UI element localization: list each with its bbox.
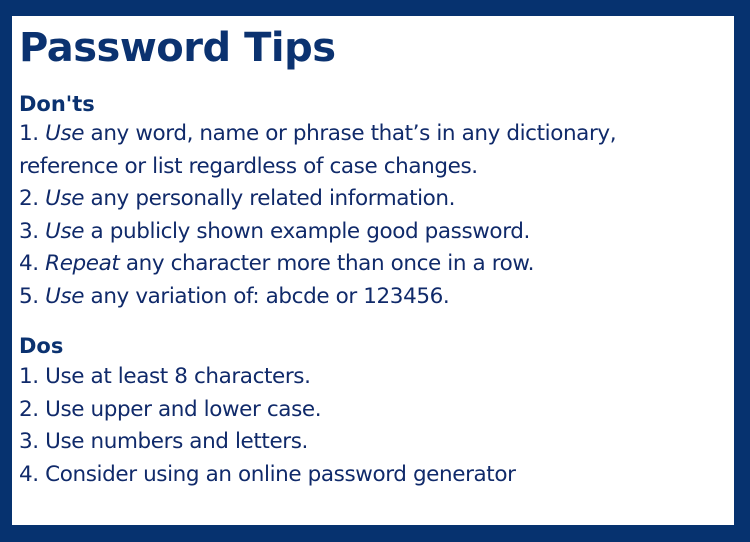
list-item: 4. Consider using an online password gen… [19,459,516,492]
donts-list: 1. Use any word, name or phrase that’s i… [19,118,617,314]
item-emphasis: Use [45,218,85,244]
dos-list: 1. Use at least 8 characters. 2. Use upp… [19,361,516,491]
list-item: 1. Use at least 8 characters. [19,361,516,394]
item-number: 3. [19,218,39,244]
item-text: Consider using an online password genera… [45,461,516,487]
item-number: 2. [19,186,39,211]
item-emphasis: Use [45,283,85,309]
item-text: any character more than once in a row. [119,251,535,276]
list-item: 2. Use any personally related informatio… [19,183,616,216]
item-number: 3. [19,429,39,454]
item-number: 1. [19,364,39,389]
item-emphasis: Repeat [45,251,120,276]
item-number: 4. [19,251,39,276]
item-text: Use numbers and letters. [45,429,308,454]
list-item: 3. Use numbers and letters. [19,426,516,459]
item-text: any personally related information. [84,186,456,211]
password-tips-panel: Password Tips Don'ts 1. Use any word, na… [12,16,734,525]
item-text: any word, name or phrase that’s in any d… [84,121,617,146]
item-emphasis: Use [45,186,85,211]
dos-heading: Dos [19,334,64,358]
item-text: a publicly shown example good password. [84,218,531,244]
item-emphasis: Use [45,121,85,146]
donts-heading: Don'ts [19,92,95,116]
list-item: 2. Use upper and lower case. [19,394,516,427]
item-text: Use at least 8 characters. [45,364,311,389]
list-item: 3. Use a publicly shown example good pas… [19,216,616,249]
item-text: any variation of: abcde or 123456. [84,283,450,309]
item-number: 4. [19,461,39,487]
list-item: 4. Repeat any character more than once i… [19,248,616,281]
page-title: Password Tips [19,25,336,71]
item-number: 5. [19,283,39,309]
list-item: 1. Use any word, name or phrase that’s i… [19,118,617,151]
item-number: 1. [19,121,39,146]
item-text: reference or list regardless of case cha… [19,153,478,179]
item-text: Use upper and lower case. [45,396,322,422]
item-number: 2. [19,396,39,422]
list-item: 5. Use any variation of: abcde or 123456… [19,281,616,314]
list-item-continuation: reference or list regardless of case cha… [19,151,616,184]
